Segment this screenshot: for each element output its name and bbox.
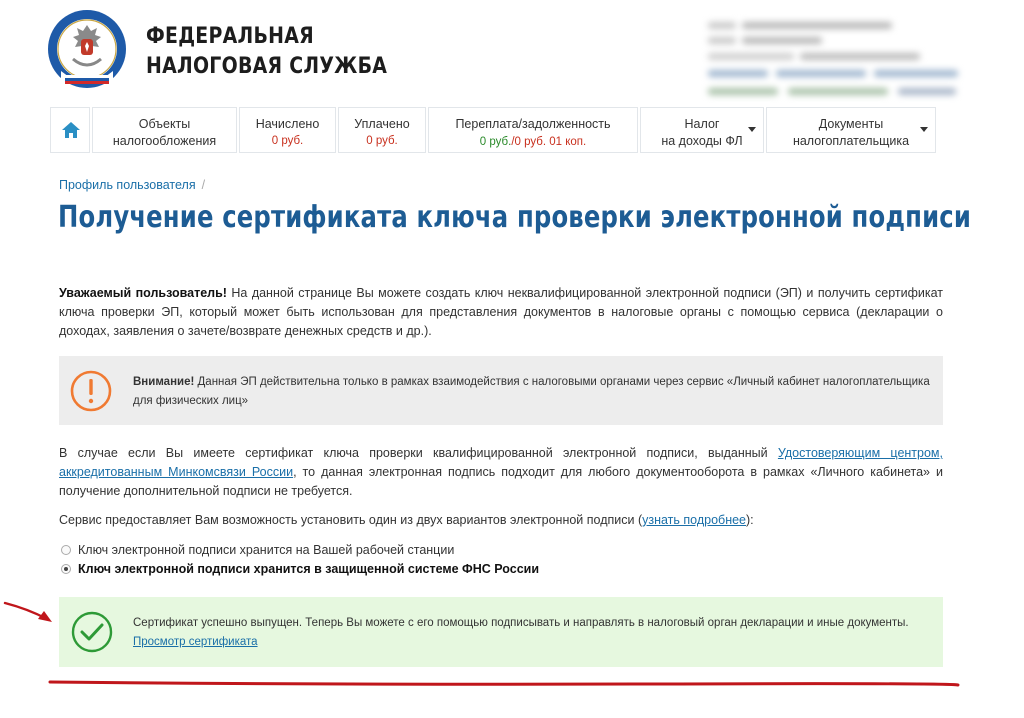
user-info-redacted: [708, 18, 966, 104]
option-fns-storage[interactable]: Ключ электронной подписи хранится в защи…: [61, 562, 539, 576]
options-intro: Сервис предоставляет Вам возможность уст…: [59, 511, 943, 530]
warning-box: Внимание! Данная ЭП действительна только…: [59, 356, 943, 425]
accrued-value: 0 руб.: [271, 135, 304, 147]
breadcrumb-separator: /: [201, 178, 206, 192]
nav-label: на доходы ФЛ: [661, 134, 743, 148]
nav-label: Налог: [684, 117, 720, 131]
success-box: Сертификат успешно выпущен. Теперь Вы мо…: [59, 597, 943, 667]
debt-value: /0 руб. 01 коп.: [511, 136, 587, 148]
nav-tax-objects[interactable]: Объекты налогообложения: [92, 107, 237, 153]
nav-taxpayer-documents[interactable]: Документы налогоплательщика: [766, 107, 936, 153]
warning-label: Внимание!: [133, 376, 195, 388]
nav-paid[interactable]: Уплачено 0 руб.: [338, 107, 426, 153]
annotation-arrow-icon: [3, 601, 52, 622]
nav-label: налогообложения: [112, 134, 217, 148]
warning-body: Данная ЭП действительна только в рамках …: [133, 376, 930, 407]
brand-name: ФЕДЕРАЛЬНАЯ НАЛОГОВАЯ СЛУЖБА: [146, 22, 387, 82]
overpay-debt-value: 0 руб./0 руб. 01 коп.: [429, 134, 637, 149]
chevron-down-icon: [748, 127, 756, 132]
nav-home[interactable]: [50, 107, 90, 153]
success-text: Сертификат успешно выпущен. Теперь Вы мо…: [133, 614, 909, 652]
nav-label: Переплата/задолженность: [455, 117, 611, 131]
brand-line-2: НАЛОГОВАЯ СЛУЖБА: [146, 54, 388, 79]
success-message: Сертификат успешно выпущен. Теперь Вы мо…: [133, 617, 909, 629]
radio-fns-storage[interactable]: [61, 564, 71, 574]
fns-emblem-icon[interactable]: [47, 9, 127, 89]
option-label: Ключ электронной подписи хранится на Ваш…: [78, 543, 455, 557]
nav-overpay-debt[interactable]: Переплата/задолженность 0 руб./0 руб. 01…: [428, 107, 638, 153]
nav-income-tax[interactable]: Налог на доходы ФЛ: [640, 107, 764, 153]
nav-label: Уплачено: [354, 117, 410, 131]
page-title: Получение сертификата ключа проверки эле…: [58, 200, 972, 235]
nav-label: налогоплательщика: [792, 134, 910, 148]
intro-greeting: Уважаемый пользователь!: [59, 286, 227, 300]
checkmark-icon: [71, 611, 113, 653]
annotation-underline: [48, 680, 960, 687]
exclamation-icon: [70, 370, 112, 412]
nav-label: Документы: [818, 117, 884, 131]
option-local-storage[interactable]: Ключ электронной подписи хранится на Ваш…: [61, 543, 454, 557]
breadcrumb-link-profile[interactable]: Профиль пользователя: [59, 178, 196, 192]
radio-local-storage[interactable]: [61, 545, 71, 555]
brand-line-1: ФЕДЕРАЛЬНАЯ: [146, 24, 314, 49]
options-intro-text-2: ):: [746, 513, 754, 527]
view-certificate-link[interactable]: Просмотр сертификата: [133, 633, 258, 652]
option-label: Ключ электронной подписи хранится в защи…: [78, 562, 540, 576]
learn-more-link[interactable]: узнать подробнее: [642, 513, 746, 527]
nav-accrued[interactable]: Начислено 0 руб.: [239, 107, 336, 153]
chevron-down-icon: [920, 127, 928, 132]
qualified-text-1: В случае если Вы имеете сертификат ключа…: [59, 446, 778, 460]
warning-text: Внимание! Данная ЭП действительна только…: [133, 373, 933, 411]
breadcrumb: Профиль пользователя /: [59, 178, 205, 192]
nav-label: Объекты: [138, 117, 191, 131]
options-intro-text-1: Сервис предоставляет Вам возможность уст…: [59, 513, 643, 527]
overpay-value: 0 руб.: [479, 136, 512, 148]
intro-paragraph: Уважаемый пользователь! На данной страни…: [59, 284, 943, 341]
paid-value: 0 руб.: [366, 135, 398, 147]
nav-label: Начислено: [255, 117, 320, 131]
qualified-paragraph: В случае если Вы имеете сертификат ключа…: [59, 444, 943, 501]
home-icon: [62, 122, 80, 138]
